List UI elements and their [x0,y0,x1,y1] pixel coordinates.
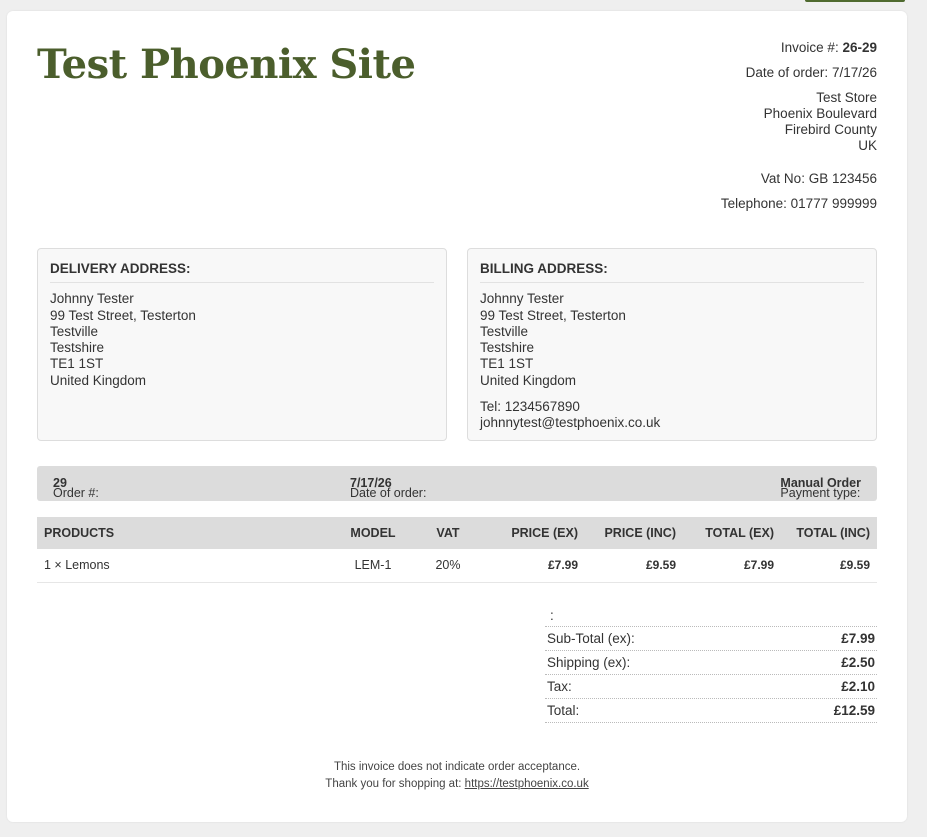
payment-type-label: Payment type: [780,486,861,500]
total-inc: £9.59 [781,549,877,583]
column-header: VAT [409,517,487,549]
invoice-page: Test Phoenix Site Invoice #: 26-29 Date … [7,11,907,822]
subtotal-row: Sub-Total (ex): £7.99 [545,627,877,651]
delivery-address-box: DELIVERY ADDRESS: Johnny Tester 99 Test … [37,248,447,441]
delivery-address-line: Testshire [50,340,105,356]
totals-empty-label: : [550,607,554,623]
subtotal-label: Sub-Total (ex): [547,631,635,646]
total-label: Total: [547,703,580,718]
subtotal-value: £7.99 [841,631,875,646]
order-number: Order #: 29 [53,476,99,500]
invoice-date-value: 7/17/26 [831,65,877,80]
order-date-label: Date of order: [350,486,427,500]
price-ex: £7.99 [487,549,585,583]
footer-disclaimer: This invoice does not indicate order acc… [333,761,581,773]
store-address-line: UK [858,138,877,153]
delivery-address-line: Testville [50,323,99,339]
totals-empty-row: : [545,604,877,627]
store-logo-title: Test Phoenix Site [37,41,416,88]
footer-thanks: Thank you for shopping at: https://testp… [7,776,907,793]
shipping-label: Shipping (ex): [547,655,631,670]
billing-address-line: TE1 1ST [480,356,534,372]
price-inc: £9.59 [585,549,683,583]
invoice-number-value: 26-29 [842,40,877,55]
order-totals: : Sub-Total (ex): £7.99 Shipping (ex): £… [545,604,877,723]
store-info: Invoice #: 26-29 Date of order: 7/17/26 … [721,40,877,212]
order-summary-bar: Order #: 29 Date of order: 7/17/26 Payme… [37,466,877,501]
tax-value: £2.10 [841,679,875,694]
order-number-label: Order #: [53,486,99,500]
column-header: TOTAL (INC) [781,517,877,549]
shipping-row: Shipping (ex): £2.50 [545,651,877,675]
store-telephone: Telephone: 01777 999999 [720,196,877,211]
column-header: PRICE (EX) [487,517,585,549]
store-address-line: Firebird County [784,122,877,137]
invoice-date-label: Date of order: [745,65,829,80]
footer-thanks-text: Thank you for shopping at: [325,778,462,790]
shipping-value: £2.50 [841,655,875,670]
payment-type: Payment type: Manual Order [780,476,861,500]
billing-address-heading: BILLING ADDRESS: [480,261,864,284]
billing-address-line: Testshire [480,340,535,356]
billing-address-line: United Kingdom [480,372,577,388]
store-vat: Vat No: GB 123456 [760,171,877,186]
invoice-date: Date of order: 7/17/26 [721,65,877,81]
delivery-address-line: 99 Test Street, Testerton [50,307,196,323]
billing-telephone: Tel: 1234567890 [480,399,580,415]
products-table: PRODUCTS MODEL VAT PRICE (EX) PRICE (INC… [37,517,877,583]
billing-address-line: Testville [480,323,529,339]
billing-address-line: 99 Test Street, Testerton [480,307,626,323]
invoice-number: Invoice #: 26-29 [721,40,877,56]
order-date: Date of order: 7/17/26 [350,476,426,500]
total-row: Total: £12.59 [545,699,877,723]
delivery-address-line: TE1 1ST [50,356,104,372]
product-vat: 20% [409,549,487,583]
tax-row: Tax: £2.10 [545,675,877,699]
invoice-number-label: Invoice #: [780,40,839,55]
delivery-address-heading: DELIVERY ADDRESS: [50,261,434,284]
store-website-link[interactable]: https://testphoenix.co.uk [465,778,589,790]
column-header: PRODUCTS [37,517,337,549]
store-address-line: Test Store [816,90,877,105]
column-header: PRICE (INC) [585,517,683,549]
delivery-address-line: United Kingdom [50,372,147,388]
table-header-row: PRODUCTS MODEL VAT PRICE (EX) PRICE (INC… [37,517,877,549]
delivery-address-line: Johnny Tester [50,291,134,307]
top-tab-accent [805,0,905,2]
product-name: 1 × Lemons [37,549,337,583]
total-ex: £7.99 [683,549,781,583]
table-row: 1 × Lemons LEM-1 20% £7.99 £9.59 £7.99 £… [37,549,877,583]
store-address-line: Phoenix Boulevard [763,106,877,121]
product-model: LEM-1 [337,549,409,583]
column-header: MODEL [337,517,409,549]
billing-email: johnnytest@testphoenix.co.uk [480,415,661,431]
invoice-footer: This invoice does not indicate order acc… [7,759,907,793]
column-header: TOTAL (EX) [683,517,781,549]
billing-address-line: Johnny Tester [480,291,564,307]
total-value: £12.59 [833,703,875,718]
tax-label: Tax: [547,679,572,694]
billing-address-box: BILLING ADDRESS: Johnny Tester 99 Test S… [467,248,877,441]
